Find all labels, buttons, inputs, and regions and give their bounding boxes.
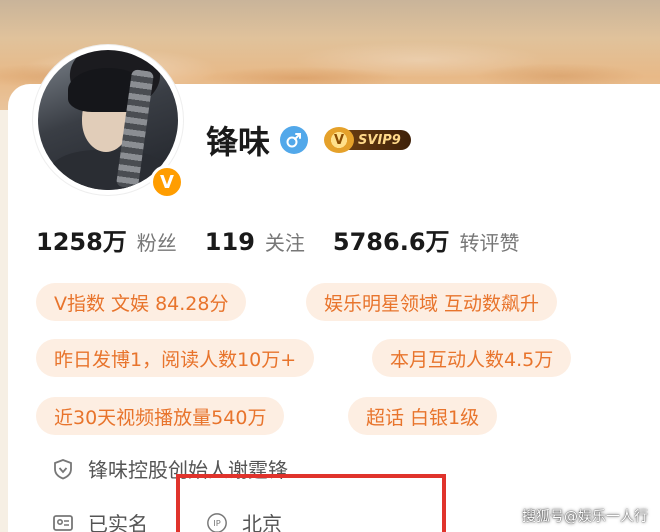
stat-fans[interactable]: 1258万 粉丝 [36,222,177,257]
stats-row: 1258万 粉丝 119 关注 5786.6万 转评赞 [36,222,548,262]
tag-super-topic[interactable]: 超话 白银1级 [348,397,498,435]
svip-label: SVIP9 [344,130,411,150]
shield-icon [52,458,74,480]
v-badge-icon: V [150,165,184,199]
tag-video-plays[interactable]: 近30天视频播放量540万 [36,397,285,435]
crown-icon: V [324,127,355,153]
verified-info: 已实名 [52,508,148,532]
stat-following[interactable]: 119 关注 [205,227,305,256]
stat-label: 关注 [264,231,305,255]
stat-value: 1258万 [36,228,127,256]
tag-monthly-interactions[interactable]: 本月互动人数4.5万 [372,339,572,377]
id-card-icon [52,512,74,532]
watermark: 搜狐号@娱乐一人行 [522,509,648,525]
stat-value: 5786.6万 [332,228,450,256]
highlight-box [176,474,446,532]
profile-name: 锋味 [206,123,271,161]
male-icon [280,126,309,154]
svip-badge[interactable]: V SVIP9 [324,127,411,153]
stat-interactions[interactable]: 5786.6万 转评赞 [333,222,520,257]
stat-value: 119 [204,228,255,256]
tag-field-rising[interactable]: 娱乐明星领域 互动数飙升 [306,283,558,321]
stat-label: 粉丝 [136,231,177,255]
stat-label: 转评赞 [459,231,520,255]
tag-v-index[interactable]: V指数 文娱 84.28分 [36,283,247,321]
tag-yesterday-posts[interactable]: 昨日发博1，阅读人数10万+ [36,339,315,377]
verified-text: 已实名 [88,512,148,532]
name-row: 锋味 V SVIP9 [206,120,411,161]
